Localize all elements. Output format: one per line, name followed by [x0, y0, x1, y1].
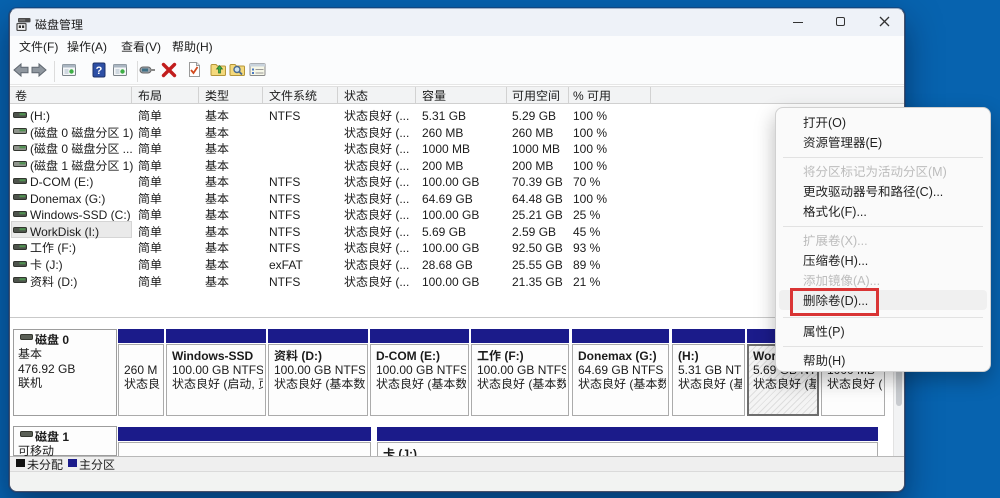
svg-text:?: ? — [96, 65, 103, 77]
